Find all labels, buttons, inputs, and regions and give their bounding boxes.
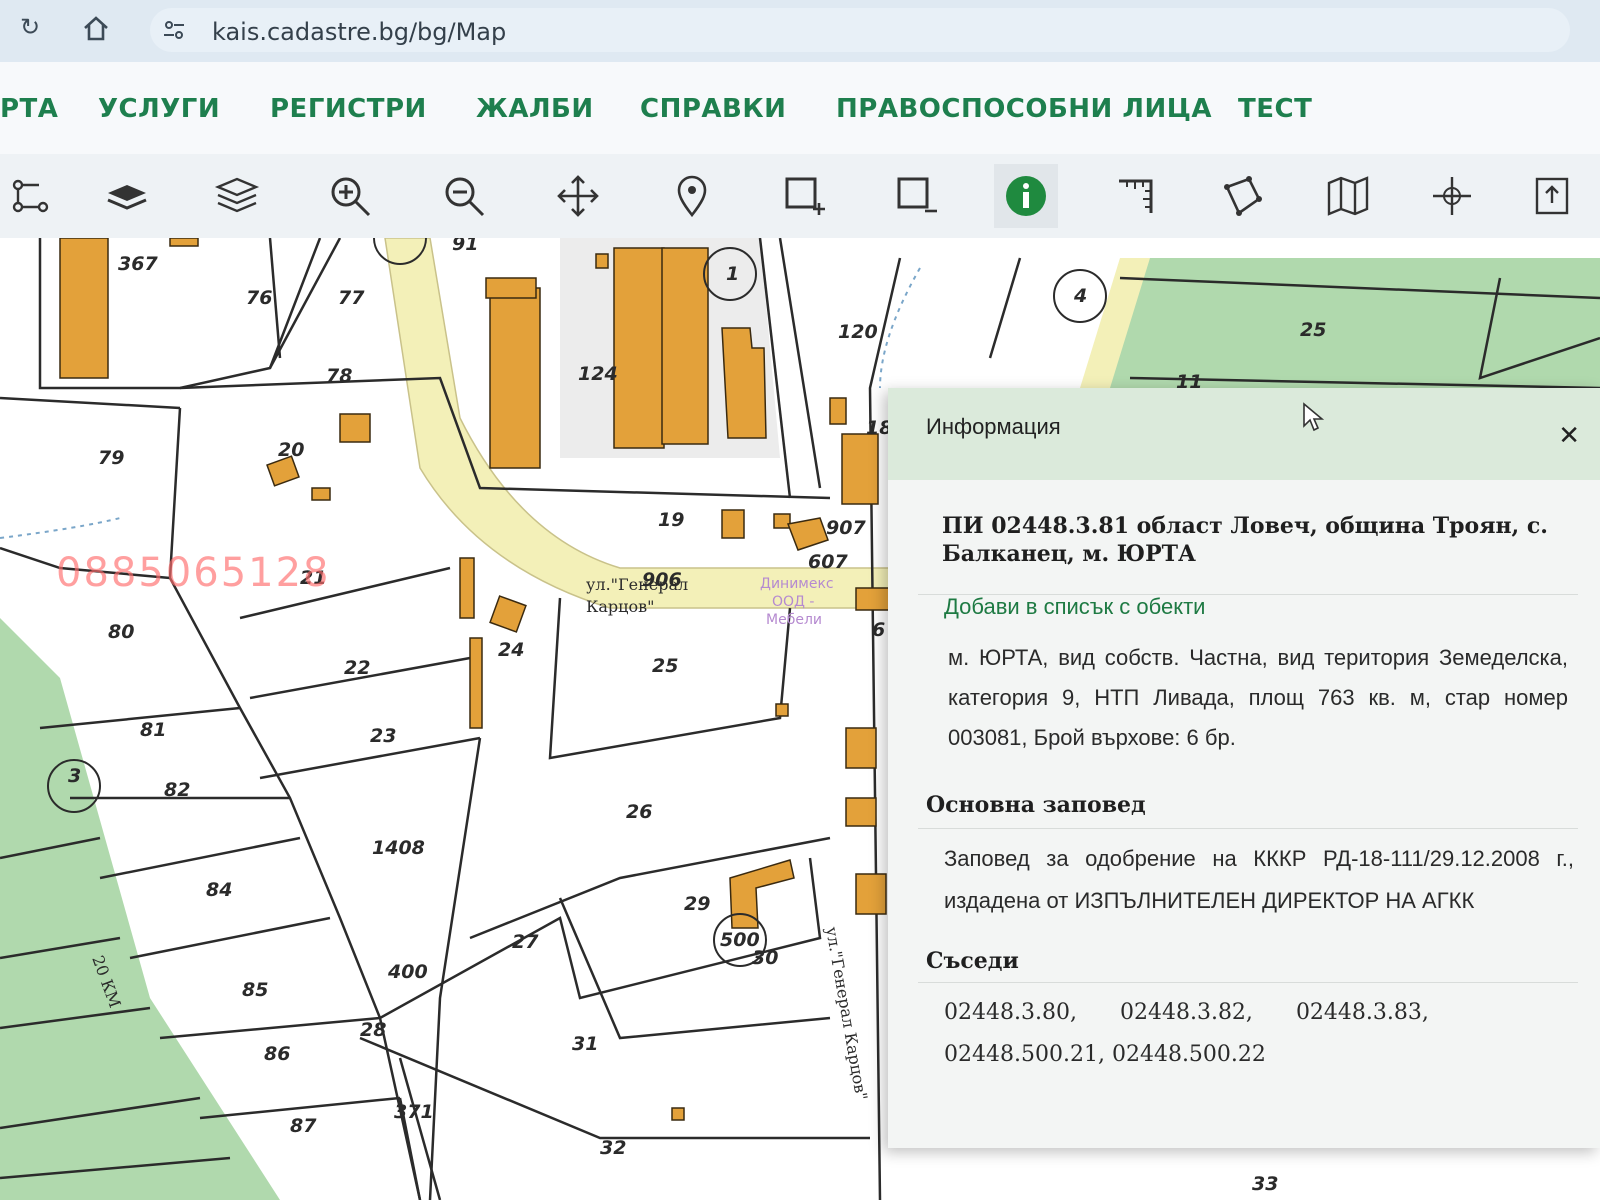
order-text: Заповед за одобрение на КККР РД-18-111/2… bbox=[944, 846, 1574, 913]
menu-item-registers[interactable]: РЕГИСТРИ bbox=[270, 94, 427, 124]
plot-label: 85 bbox=[242, 979, 268, 1001]
faded-label: Динимекс bbox=[760, 576, 834, 592]
route-tool-icon[interactable] bbox=[0, 164, 64, 228]
zoom-in-icon[interactable] bbox=[318, 164, 382, 228]
location-pin-icon[interactable] bbox=[660, 164, 724, 228]
url-text: kais.cadastre.bg/bg/Map bbox=[212, 18, 507, 46]
plot-label: 78 bbox=[326, 365, 352, 387]
plot-label: 28 bbox=[360, 1019, 386, 1041]
plot-label: 20 bbox=[278, 439, 304, 461]
plot-label: 19 bbox=[658, 509, 684, 531]
plot-label: 1 bbox=[726, 263, 739, 285]
street-label: Карцов" bbox=[586, 597, 654, 616]
plot-label: 371 bbox=[394, 1101, 434, 1123]
plot-label: 6 bbox=[872, 619, 885, 641]
neighbor-link[interactable]: 02448.500.22 bbox=[1112, 1034, 1266, 1076]
plot-label: 79 bbox=[98, 447, 124, 469]
plot-identifier: ПИ 02448.3.81 област Ловеч, община Троян… bbox=[942, 513, 1548, 567]
plot-label: 33 bbox=[1252, 1173, 1278, 1195]
plot-label: 24 bbox=[498, 639, 524, 661]
plot-label: 25 bbox=[652, 655, 678, 677]
neighbor-link[interactable]: 02448.3.82, bbox=[1120, 992, 1253, 1034]
plot-label: 607 bbox=[808, 551, 848, 573]
info-panel: Информация ✕ ПИ 02448.3.81 област Ловеч,… bbox=[888, 388, 1600, 1148]
menu-item-complaints[interactable]: ЖАЛБИ bbox=[476, 94, 594, 124]
plot-label: 82 bbox=[164, 779, 190, 801]
polygon-icon[interactable] bbox=[1210, 164, 1274, 228]
reload-icon[interactable]: ↻ bbox=[12, 10, 48, 46]
menu-item-references[interactable]: СПРАВКИ bbox=[640, 94, 786, 124]
measure-icon[interactable] bbox=[1104, 164, 1168, 228]
mouse-cursor-icon bbox=[1303, 402, 1324, 432]
plot-label: 29 bbox=[684, 893, 710, 915]
plot-label: 907 bbox=[826, 517, 866, 539]
side-street-label: ул."Генерал Карцов" bbox=[822, 925, 871, 1101]
layers-stack-icon[interactable] bbox=[205, 164, 269, 228]
info-icon[interactable] bbox=[994, 164, 1058, 228]
plot-label: 80 bbox=[108, 621, 134, 643]
faded-label: Мебели bbox=[766, 612, 822, 628]
plot-label: 27 bbox=[512, 931, 539, 953]
export-icon[interactable] bbox=[1520, 164, 1584, 228]
menu-item-licensed-persons[interactable]: ПРАВОСПОСОБНИ ЛИЦА bbox=[836, 94, 1212, 124]
plot-label: 76 bbox=[246, 287, 272, 309]
address-bar[interactable]: kais.cadastre.bg/bg/Map bbox=[150, 8, 1570, 52]
neighbor-link[interactable]: 02448.3.83, bbox=[1296, 992, 1429, 1034]
plot-label: 25 bbox=[1300, 319, 1326, 341]
plot-label: 22 bbox=[344, 657, 370, 679]
faded-label: ООД - bbox=[772, 594, 814, 610]
plot-label: 81 bbox=[140, 719, 166, 741]
info-panel-header: Информация ✕ bbox=[888, 388, 1600, 480]
neighbors-list: 02448.3.80, 02448.3.82, 02448.3.83, 0244… bbox=[944, 992, 1574, 1076]
boundary-dotted bbox=[0, 517, 121, 539]
phone-watermark: 0885065128 bbox=[56, 550, 331, 596]
info-panel-title: Информация bbox=[926, 414, 1061, 439]
plot-label: 30 bbox=[752, 947, 778, 969]
plot-label: 77 bbox=[338, 287, 365, 309]
neighbor-link[interactable]: 02448.3.80, bbox=[944, 992, 1077, 1034]
plot-label: 4 bbox=[1073, 285, 1087, 307]
menu-item-services[interactable]: УСЛУГИ bbox=[98, 94, 220, 124]
plot-label: 367 bbox=[118, 253, 158, 275]
neighbor-link[interactable]: 02448.500.21, bbox=[944, 1034, 1105, 1076]
plot-label: 26 bbox=[626, 801, 652, 823]
add-to-list-link[interactable]: Добави в списък с обекти bbox=[944, 594, 1205, 620]
plot-details: м. ЮРТА, вид собств. Частна, вид територ… bbox=[948, 645, 1568, 750]
divider bbox=[918, 982, 1578, 983]
menu-item-test[interactable]: ТЕСТ bbox=[1238, 94, 1312, 124]
plot-label: 84 bbox=[206, 879, 232, 901]
browser-toolbar: ↻ kais.cadastre.bg/bg/Map bbox=[0, 0, 1600, 63]
plot-label: 400 bbox=[387, 961, 428, 983]
plot-label: 32 bbox=[600, 1137, 626, 1159]
map-icon[interactable] bbox=[1316, 164, 1380, 228]
close-icon[interactable]: ✕ bbox=[1558, 422, 1580, 448]
crosshair-icon[interactable] bbox=[1420, 164, 1484, 228]
plot-label: 86 bbox=[264, 1043, 290, 1065]
plot-label: 3 bbox=[68, 765, 81, 787]
plot-label: 124 bbox=[578, 363, 618, 385]
layers-flat-icon[interactable] bbox=[95, 164, 159, 228]
menu-item-karta[interactable]: РТА bbox=[0, 94, 58, 124]
zoom-out-icon[interactable] bbox=[432, 164, 496, 228]
plot-label: 1408 bbox=[372, 837, 425, 859]
street-label: ул."Генерал bbox=[586, 575, 688, 594]
select-add-icon[interactable] bbox=[772, 164, 836, 228]
select-remove-icon[interactable] bbox=[884, 164, 948, 228]
order-heading: Основна заповед bbox=[926, 792, 1146, 818]
pan-icon[interactable] bbox=[546, 164, 610, 228]
plot-label: 23 bbox=[370, 725, 396, 747]
plot-label: 120 bbox=[838, 321, 878, 343]
home-icon[interactable] bbox=[78, 10, 114, 46]
neighbors-heading: Съседи bbox=[926, 948, 1019, 974]
boundary-dotted bbox=[879, 267, 921, 389]
main-menu: РТА УСЛУГИ РЕГИСТРИ ЖАЛБИ СПРАВКИ ПРАВОС… bbox=[0, 62, 1600, 155]
divider bbox=[918, 828, 1578, 829]
plot-label: 31 bbox=[572, 1033, 598, 1055]
site-settings-icon[interactable] bbox=[162, 18, 186, 42]
map-toolbar bbox=[0, 154, 1600, 239]
plot-label: 91 bbox=[452, 238, 478, 255]
plot-label: 87 bbox=[290, 1115, 317, 1137]
